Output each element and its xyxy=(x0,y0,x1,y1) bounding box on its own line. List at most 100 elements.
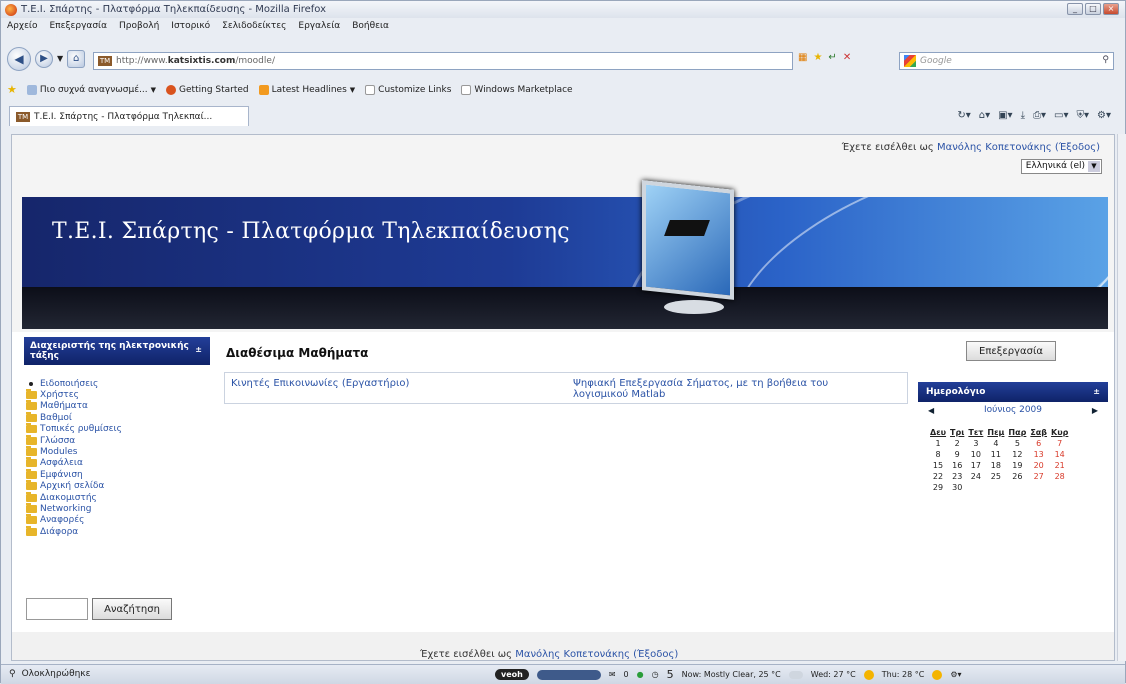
admin-menu-item[interactable]: Διάφορα xyxy=(26,525,206,537)
close-icon[interactable]: × xyxy=(1103,3,1119,15)
bookmark-most-visited[interactable]: Πιο συχνά αναγνωσμέ... ▼ xyxy=(26,84,156,95)
admin-menu-item[interactable]: Εμφάνιση xyxy=(26,468,206,480)
calendar-day[interactable]: 20 xyxy=(1028,460,1049,471)
search-box[interactable]: Google ⚲ xyxy=(899,52,1114,70)
calendar-day[interactable]: 22 xyxy=(928,471,948,482)
calendar-day[interactable]: 5 xyxy=(1006,438,1028,449)
calendar-day[interactable]: 24 xyxy=(966,471,985,482)
menu-file[interactable]: Αρχείο xyxy=(7,21,38,31)
go-arrow-icon[interactable]: ↵ xyxy=(828,52,836,63)
calendar-day[interactable]: 2 xyxy=(948,438,966,449)
admin-search-input[interactable] xyxy=(26,598,88,620)
calendar-day[interactable]: 17 xyxy=(966,460,985,471)
calendar-day[interactable]: 26 xyxy=(1006,471,1028,482)
bookmark-windows-marketplace[interactable]: Windows Marketplace xyxy=(461,84,573,95)
calendar-day[interactable]: 19 xyxy=(1006,460,1028,471)
admin-menu-item[interactable]: Αναφορές xyxy=(26,514,206,526)
download-icon[interactable]: ⤓ xyxy=(1021,110,1025,121)
language-select[interactable]: Ελληνικά (el) ▼ xyxy=(1020,159,1102,174)
menu-help[interactable]: Βοήθεια xyxy=(352,21,389,31)
next-month-arrow-icon[interactable]: ▶ xyxy=(1092,406,1098,415)
calendar-day[interactable]: 27 xyxy=(1028,471,1049,482)
feeds-icon[interactable]: ▣▾ xyxy=(998,110,1012,121)
weather-now[interactable]: Now: Mostly Clear, 25 °C xyxy=(682,670,781,679)
rss-feed-icon[interactable]: ▦ xyxy=(798,52,807,63)
search-button[interactable]: Αναζήτηση xyxy=(92,598,172,620)
calendar-day[interactable]: 6 xyxy=(1028,438,1049,449)
home-icon[interactable]: ⌂ xyxy=(67,49,86,68)
admin-menu-item[interactable]: Βαθμοί xyxy=(26,411,206,423)
collapse-toggle-icon[interactable]: ± xyxy=(195,345,202,355)
address-bar[interactable]: TM http://www. katsixtis.com/moodle/ xyxy=(93,52,793,70)
calendar-day[interactable]: 14 xyxy=(1049,449,1070,460)
minimize-icon[interactable]: _ xyxy=(1067,3,1083,15)
magnifier-icon[interactable]: ⚲ xyxy=(1102,55,1109,65)
bookmark-star-icon[interactable]: ★ xyxy=(813,52,822,63)
admin-menu-item[interactable]: Διακομιστής xyxy=(26,491,206,503)
calendar-day[interactable]: 8 xyxy=(928,449,948,460)
weather-wed[interactable]: Wed: 27 °C xyxy=(811,670,856,679)
bookmark-latest-headlines[interactable]: Latest Headlines ▼ xyxy=(258,84,355,95)
forward-arrow-icon[interactable]: ▶ xyxy=(35,49,53,68)
refresh-icon[interactable]: ↻▾ xyxy=(957,110,970,121)
menu-bookmarks[interactable]: Σελιδοδείκτες xyxy=(222,21,286,31)
calendar-day[interactable]: 25 xyxy=(985,471,1006,482)
stop-icon[interactable]: ✕ xyxy=(843,52,851,63)
bookmark-getting-started[interactable]: Getting Started xyxy=(166,84,249,95)
footer-logout-link[interactable]: (Έξοδος) xyxy=(633,649,678,660)
calendar-day[interactable]: 30 xyxy=(948,482,966,493)
safety-icon[interactable]: ⛨▾ xyxy=(1076,110,1089,121)
calendar-day[interactable]: 7 xyxy=(1049,438,1070,449)
calendar-day[interactable]: 9 xyxy=(948,449,966,460)
vertical-scrollbar[interactable] xyxy=(1117,134,1126,661)
calendar-day[interactable]: 23 xyxy=(948,471,966,482)
settings-icon[interactable]: ⚙▾ xyxy=(950,670,961,679)
page-menu-icon[interactable]: ▭▾ xyxy=(1054,110,1068,121)
maximize-icon[interactable]: □ xyxy=(1085,3,1101,15)
logout-link[interactable]: (Έξοδος) xyxy=(1055,142,1100,153)
admin-menu-item[interactable]: Χρήστες xyxy=(26,389,206,400)
course-link[interactable]: Ψηφιακή Επεξεργασία Σήματος, με τη βοήθε… xyxy=(573,378,883,400)
calendar-day[interactable]: 3 xyxy=(966,438,985,449)
menu-history[interactable]: Ιστορικό xyxy=(171,21,210,31)
admin-menu-item[interactable]: Αρχική σελίδα xyxy=(26,480,206,492)
calendar-day[interactable]: 15 xyxy=(928,460,948,471)
admin-menu-item[interactable]: Τοπικές ρυθμίσεις xyxy=(26,423,206,435)
mail-icon[interactable]: ✉ xyxy=(609,670,616,679)
calendar-day[interactable]: 18 xyxy=(985,460,1006,471)
menu-tools[interactable]: Εργαλεία xyxy=(298,21,340,31)
calendar-day[interactable]: 16 xyxy=(948,460,966,471)
favorites-star-icon[interactable]: ★ xyxy=(7,83,17,96)
weather-thu[interactable]: Thu: 28 °C xyxy=(882,670,925,679)
collapse-toggle-icon[interactable]: ± xyxy=(1093,387,1100,396)
calendar-day[interactable]: 11 xyxy=(985,449,1006,460)
tools-gear-icon[interactable]: ⚙▾ xyxy=(1097,110,1111,121)
veoh-badge[interactable]: veoh xyxy=(495,669,529,680)
admin-menu-item[interactable]: Modules xyxy=(26,446,206,457)
course-link[interactable]: Κινητές Επικοινωνίες (Εργαστήριο) xyxy=(231,378,409,389)
print-icon[interactable]: ⎙▾ xyxy=(1033,110,1046,121)
user-link[interactable]: Μανόλης Κοπετονάκης xyxy=(937,142,1052,153)
calendar-day[interactable]: 1 xyxy=(928,438,948,449)
admin-menu-item[interactable]: Networking xyxy=(26,502,206,514)
calendar-month[interactable]: Ιούνιος 2009 xyxy=(984,405,1042,415)
admin-menu-item[interactable]: Ειδοποιήσεις xyxy=(26,378,206,389)
home-toolbar-icon[interactable]: ⌂▾ xyxy=(979,110,990,121)
calendar-day[interactable]: 4 xyxy=(985,438,1006,449)
calendar-day[interactable]: 10 xyxy=(966,449,985,460)
calendar-day[interactable]: 21 xyxy=(1049,460,1070,471)
bookmark-customize-links[interactable]: Customize Links xyxy=(365,84,451,95)
calendar-day[interactable]: 12 xyxy=(1006,449,1028,460)
admin-menu-item[interactable]: Ασφάλεια xyxy=(26,457,206,469)
prev-month-arrow-icon[interactable]: ◀ xyxy=(928,406,934,415)
menu-edit[interactable]: Επεξεργασία xyxy=(50,21,108,31)
calendar-day[interactable]: 13 xyxy=(1028,449,1049,460)
tab-active[interactable]: TM Τ.Ε.Ι. Σπάρτης - Πλατφόρμα Τηλεκπαί..… xyxy=(9,106,249,126)
edit-button[interactable]: Επεξεργασία xyxy=(966,341,1056,361)
menu-view[interactable]: Προβολή xyxy=(119,21,159,31)
calendar-day[interactable]: 28 xyxy=(1049,471,1070,482)
footer-user-link[interactable]: Μανόλης Κοπετονάκης xyxy=(515,649,630,660)
calendar-day[interactable]: 29 xyxy=(928,482,948,493)
admin-menu-item[interactable]: Μαθήματα xyxy=(26,400,206,412)
back-arrow-icon[interactable]: ◀ xyxy=(7,46,31,71)
